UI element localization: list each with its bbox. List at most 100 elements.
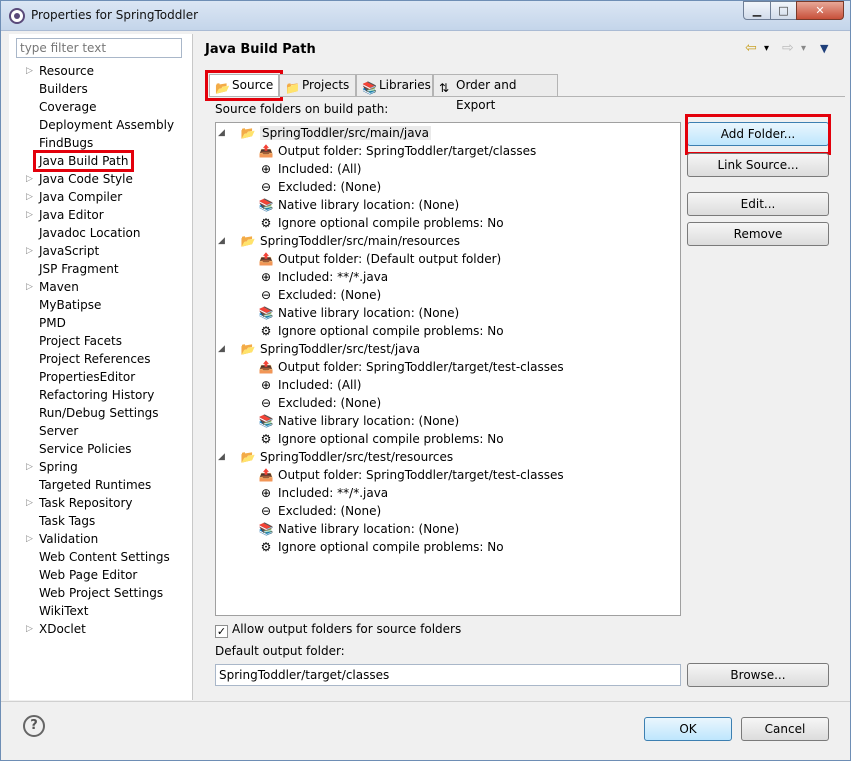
source-attribute-row[interactable]: ⊖ Excluded: (None) [258, 394, 381, 412]
source-folder-tree[interactable]: ◢ 📂 SpringToddler/src/main/java 📤 Output fol… [215, 122, 681, 616]
allow-output-folders-checkbox[interactable]: ✓ Allow output folders for source folders [215, 622, 461, 638]
source-attribute-row[interactable]: ⊖ Excluded: (None) [258, 502, 381, 520]
expand-arrow-icon[interactable]: ▷ [26, 458, 33, 476]
expand-arrow-icon[interactable]: ▷ [26, 620, 33, 638]
add-folder-button[interactable]: Add Folder... [687, 122, 829, 146]
nav-item[interactable]: Targeted Runtimes [9, 476, 193, 494]
source-attribute-row[interactable]: ⊕ Included: (All) [258, 376, 361, 394]
collapse-arrow-icon[interactable]: ◢ [218, 340, 225, 358]
nav-item[interactable]: Java Build Path [9, 150, 193, 172]
nav-item[interactable]: Service Policies [9, 440, 193, 458]
link-source-button[interactable]: Link Source... [687, 153, 829, 177]
collapse-arrow-icon[interactable]: ◢ [218, 448, 225, 466]
checkbox-box[interactable]: ✓ [215, 625, 228, 638]
source-attribute-row[interactable]: ⊕ Included: (All) [258, 160, 361, 178]
source-folder-row[interactable]: ◢ 📂 SpringToddler/src/test/resources [218, 448, 453, 466]
order-export-icon: ⇅ [439, 81, 450, 95]
cancel-button[interactable]: Cancel [741, 717, 829, 741]
source-attribute-row[interactable]: 📚 Native library location: (None) [258, 304, 460, 322]
nav-item[interactable]: Deployment Assembly [9, 116, 193, 134]
nav-item[interactable]: Task Tags [9, 512, 193, 530]
source-attribute-row[interactable]: ⚙ Ignore optional compile problems: No [258, 538, 504, 556]
nav-item[interactable]: ▷ Task Repository [9, 494, 193, 512]
nav-item[interactable]: ▷ Java Editor [9, 206, 193, 224]
source-attribute-row[interactable]: 📚 Native library location: (None) [258, 412, 460, 430]
source-attribute-row[interactable]: 📚 Native library location: (None) [258, 196, 460, 214]
nav-item[interactable]: ▷ Validation [9, 530, 193, 548]
help-icon[interactable]: ? [23, 715, 45, 737]
nav-item[interactable]: FindBugs [9, 134, 193, 152]
nav-item[interactable]: WikiText [9, 602, 193, 620]
nav-item[interactable]: Web Content Settings [9, 548, 193, 566]
minimize-button[interactable]: ▁ [743, 1, 771, 20]
nav-item[interactable]: ▷ Maven [9, 278, 193, 296]
expand-arrow-icon[interactable]: ▷ [26, 278, 33, 296]
remove-button[interactable]: Remove [687, 222, 829, 246]
nav-item[interactable]: Server [9, 422, 193, 440]
expand-arrow-icon[interactable]: ▷ [26, 242, 33, 260]
collapse-arrow-icon[interactable]: ◢ [218, 232, 225, 250]
expand-arrow-icon[interactable]: ▷ [26, 188, 33, 206]
tab-source[interactable]: 📂 Source [205, 70, 283, 101]
forward-dropdown-icon[interactable]: ▾ [801, 43, 806, 54]
source-attribute-row[interactable]: ⚙ Ignore optional compile problems: No [258, 430, 504, 448]
filter-input[interactable] [16, 38, 182, 58]
nav-item[interactable]: ▷ Java Code Style [9, 170, 193, 188]
expand-arrow-icon[interactable]: ▷ [26, 206, 33, 224]
back-dropdown-icon[interactable]: ▾ [764, 43, 769, 54]
expand-arrow-icon[interactable]: ▷ [26, 170, 33, 188]
nav-item-label: PMD [39, 316, 66, 330]
nav-item[interactable]: ▷ Java Compiler [9, 188, 193, 206]
nav-item[interactable]: JSP Fragment [9, 260, 193, 278]
source-attribute-row[interactable]: 📚 Native library location: (None) [258, 520, 460, 538]
tab-libraries[interactable]: 📚 Libraries [356, 74, 433, 96]
nav-item[interactable]: ▷ Resource [9, 62, 193, 80]
nav-item[interactable]: ▷ XDoclet [9, 620, 193, 638]
source-attribute-row[interactable]: ⚙ Ignore optional compile problems: No [258, 214, 504, 232]
nav-item[interactable]: PropertiesEditor [9, 368, 193, 386]
source-attribute-row[interactable]: ⊖ Excluded: (None) [258, 178, 381, 196]
source-attribute-row[interactable]: 📤 Output folder: SpringToddler/target/tes… [258, 466, 564, 484]
source-attribute-row[interactable]: ⊖ Excluded: (None) [258, 286, 381, 304]
source-attribute-row[interactable]: ⚙ Ignore optional compile problems: No [258, 322, 504, 340]
close-button[interactable]: ✕ [796, 1, 844, 20]
nav-item[interactable]: Web Page Editor [9, 566, 193, 584]
nav-item[interactable]: Run/Debug Settings [9, 404, 193, 422]
nav-item-label: Spring [39, 460, 78, 474]
source-folder-row[interactable]: ◢ 📂 SpringToddler/src/main/resources [218, 232, 460, 250]
nav-item[interactable]: MyBatipse [9, 296, 193, 314]
nav-item[interactable]: PMD [9, 314, 193, 332]
expand-arrow-icon[interactable]: ▷ [26, 494, 33, 512]
edit-button[interactable]: Edit... [687, 192, 829, 216]
default-output-field[interactable]: SpringToddler/target/classes [215, 664, 681, 686]
nav-item[interactable]: Coverage [9, 98, 193, 116]
nav-item[interactable]: Refactoring History [9, 386, 193, 404]
tab-order-and-export[interactable]: ⇅ Order and Export [433, 74, 558, 112]
view-menu-icon[interactable]: ▼ [820, 42, 828, 55]
source-attribute-row[interactable]: ⊕ Included: **/*.java [258, 268, 388, 286]
source-attribute-text: Output folder: SpringToddler/target/clas… [278, 144, 537, 158]
browse-button[interactable]: Browse... [687, 663, 829, 687]
maximize-button[interactable]: □ [770, 1, 797, 20]
expand-arrow-icon[interactable]: ▷ [26, 62, 33, 80]
nav-item[interactable]: ▷ Spring [9, 458, 193, 476]
nav-item[interactable]: Javadoc Location [9, 224, 193, 242]
source-folder-row[interactable]: ◢ 📂 SpringToddler/src/test/java [218, 340, 420, 358]
nav-item[interactable]: Project Facets [9, 332, 193, 350]
nav-item[interactable]: Project References [9, 350, 193, 368]
nav-item[interactable]: Builders [9, 80, 193, 98]
nav-item[interactable]: Web Project Settings [9, 584, 193, 602]
default-output-label: Default output folder: [215, 644, 345, 658]
source-attribute-row[interactable]: 📤 Output folder: SpringToddler/target/tes… [258, 358, 564, 376]
back-arrow-icon[interactable]: ⇦ [745, 40, 757, 56]
forward-arrow-icon[interactable]: ⇨ [782, 40, 794, 56]
source-attribute-row[interactable]: 📤 Output folder: SpringToddler/target/cla… [258, 142, 537, 160]
tab-projects[interactable]: 📁 Projects [279, 74, 356, 96]
collapse-arrow-icon[interactable]: ◢ [218, 124, 225, 142]
ok-button[interactable]: OK [644, 717, 732, 741]
source-attribute-row[interactable]: 📤 Output folder: (Default output folder) [258, 250, 502, 268]
expand-arrow-icon[interactable]: ▷ [26, 530, 33, 548]
nav-item[interactable]: ▷ JavaScript [9, 242, 193, 260]
source-attribute-row[interactable]: ⊕ Included: **/*.java [258, 484, 388, 502]
source-folder-row[interactable]: ◢ 📂 SpringToddler/src/main/java [218, 124, 432, 142]
